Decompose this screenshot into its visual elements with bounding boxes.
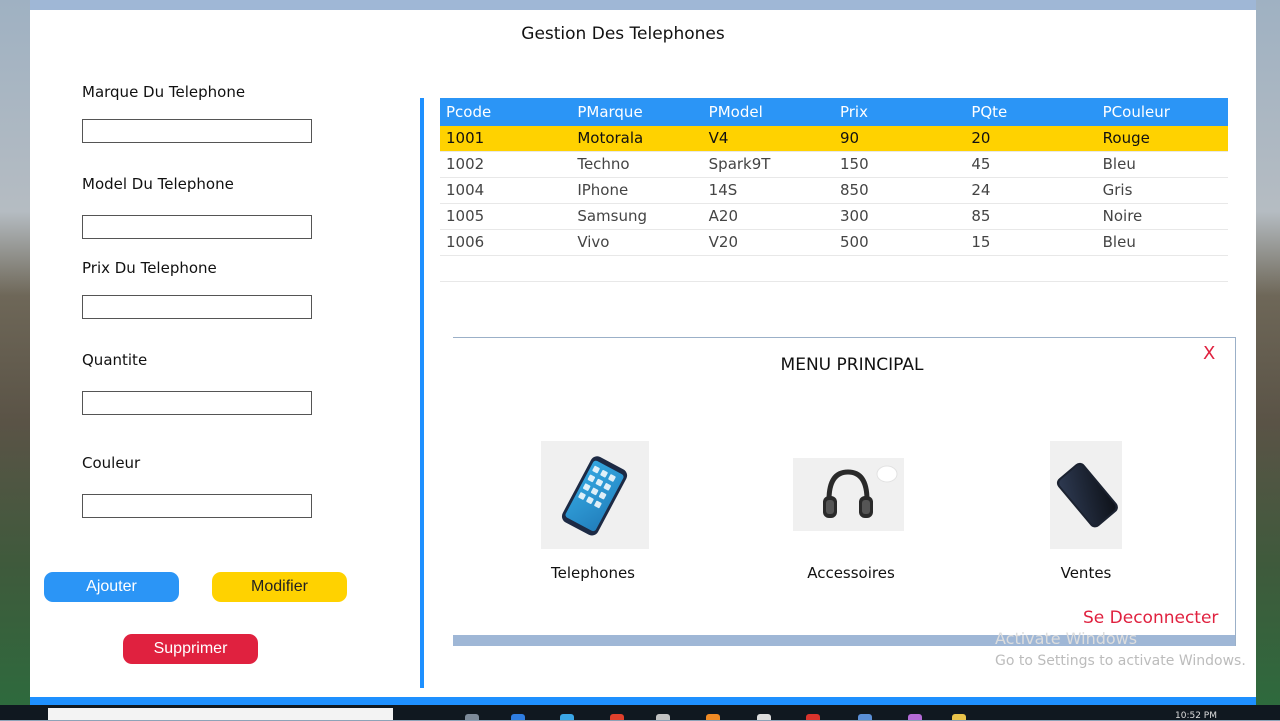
color-input[interactable] [82, 494, 312, 518]
table-cell: A20 [708, 207, 739, 225]
table-cell: 15 [971, 233, 991, 251]
phones-table: Pcode PMarque PModel Prix PQte PCouleur … [440, 98, 1228, 282]
column-header-prix[interactable]: Prix [834, 98, 965, 126]
table-cell: Gris [1102, 181, 1133, 199]
color-label: Couleur [82, 454, 141, 472]
taskbar-app-icon[interactable] [952, 714, 966, 720]
main-menu-panel: MENU PRINCIPAL X Telephones Accessoires … [453, 337, 1236, 646]
table-cell: Rouge [1102, 129, 1150, 147]
quantity-label: Quantite [82, 351, 148, 369]
table-cell: Vivo [577, 233, 610, 251]
table-row[interactable]: 1004 IPhone 14S 850 24 Gris [440, 178, 1228, 204]
headphones-icon[interactable] [793, 458, 904, 531]
table-cell: 45 [971, 155, 991, 173]
table-cell: 1005 [446, 207, 485, 225]
taskbar-app-icon[interactable] [858, 714, 872, 720]
taskbar-app-icon[interactable] [511, 714, 525, 720]
taskbar-app-icon[interactable] [656, 714, 670, 720]
window-bottom-bar [30, 697, 1256, 705]
price-label: Prix Du Telephone [82, 259, 217, 277]
window-top-bar [30, 0, 1256, 10]
desktop-background-left [0, 0, 30, 705]
table-cell: Bleu [1102, 233, 1136, 251]
app-window: Gestion Des Telephones Marque Du Telepho… [30, 0, 1256, 705]
taskbar-app-icon[interactable] [908, 714, 922, 720]
table-cell: V20 [708, 233, 739, 251]
add-button[interactable]: Ajouter [44, 572, 179, 602]
delete-button[interactable]: Supprimer [123, 634, 258, 664]
table-cell: 1001 [446, 129, 485, 147]
ventes-tile-label[interactable]: Ventes [1006, 564, 1166, 582]
logout-button[interactable]: Se Deconnecter [1083, 608, 1218, 628]
watermark-line-2: Go to Settings to activate Windows. [995, 653, 1246, 669]
menu-title: MENU PRINCIPAL [780, 355, 924, 375]
close-icon[interactable]: X [1203, 343, 1215, 364]
activate-windows-watermark: Activate Windows Go to Settings to activ… [995, 628, 1246, 672]
column-header-pcouleur[interactable]: PCouleur [1097, 98, 1228, 126]
column-header-pcode[interactable]: Pcode [440, 98, 571, 126]
table-cell: 1004 [446, 181, 485, 199]
table-cell: Bleu [1102, 155, 1136, 173]
table-cell: 24 [971, 181, 991, 199]
smartphone-icon[interactable] [541, 441, 649, 549]
table-cell: 500 [839, 233, 869, 251]
column-header-pmodel[interactable]: PModel [703, 98, 834, 126]
table-cell: 1002 [446, 155, 485, 173]
vertical-separator [420, 98, 424, 688]
table-header: Pcode PMarque PModel Prix PQte PCouleur [440, 98, 1228, 126]
taskbar-app-icon[interactable] [610, 714, 624, 720]
taskbar-app-icon[interactable] [560, 714, 574, 720]
table-cell: Motorala [577, 129, 644, 147]
accessoires-tile-label[interactable]: Accessoires [771, 564, 931, 582]
table-cell: IPhone [577, 181, 629, 199]
taskbar-app-icon[interactable] [757, 714, 771, 720]
table-row[interactable]: 1002 Techno Spark9T 150 45 Bleu [440, 152, 1228, 178]
table-cell: 14S [708, 181, 738, 199]
taskbar-app-icon[interactable] [706, 714, 720, 720]
taskbar-app-icon[interactable] [465, 714, 479, 720]
desktop-background-right [1256, 0, 1280, 705]
price-input[interactable] [82, 295, 312, 319]
table-cell: 850 [839, 181, 869, 199]
table-cell: 20 [971, 129, 991, 147]
column-header-pqte[interactable]: PQte [965, 98, 1096, 126]
table-cell: Samsung [577, 207, 648, 225]
table-cell: 85 [971, 207, 991, 225]
quantity-input[interactable] [82, 391, 312, 415]
column-header-pmarque[interactable]: PMarque [571, 98, 702, 126]
table-row[interactable]: 1001 Motorala V4 90 20 Rouge [440, 126, 1228, 152]
watermark-line-1: Activate Windows [995, 629, 1138, 648]
table-row[interactable]: 1005 Samsung A20 300 85 Noire [440, 204, 1228, 230]
taskbar-app-icon[interactable] [806, 714, 820, 720]
telephones-tile-label[interactable]: Telephones [513, 564, 673, 582]
brand-label: Marque Du Telephone [82, 83, 246, 101]
page-title: Gestion Des Telephones [521, 24, 725, 44]
phone-dark-icon[interactable] [1050, 441, 1122, 549]
taskbar-search-box[interactable] [48, 708, 393, 720]
table-cell: V4 [708, 129, 729, 147]
edit-button[interactable]: Modifier [212, 572, 347, 602]
table-cell: 1006 [446, 233, 485, 251]
table-cell: Techno [577, 155, 630, 173]
table-cell: 150 [839, 155, 869, 173]
model-input[interactable] [82, 215, 312, 239]
table-cell: 90 [839, 129, 860, 147]
table-cell: Noire [1102, 207, 1143, 225]
table-row[interactable]: 1006 Vivo V20 500 15 Bleu [440, 230, 1228, 256]
model-label: Model Du Telephone [82, 175, 234, 193]
brand-input[interactable] [82, 119, 312, 143]
table-cell: Spark9T [708, 155, 771, 173]
table-cell: 300 [839, 207, 869, 225]
table-empty-row [440, 256, 1228, 282]
